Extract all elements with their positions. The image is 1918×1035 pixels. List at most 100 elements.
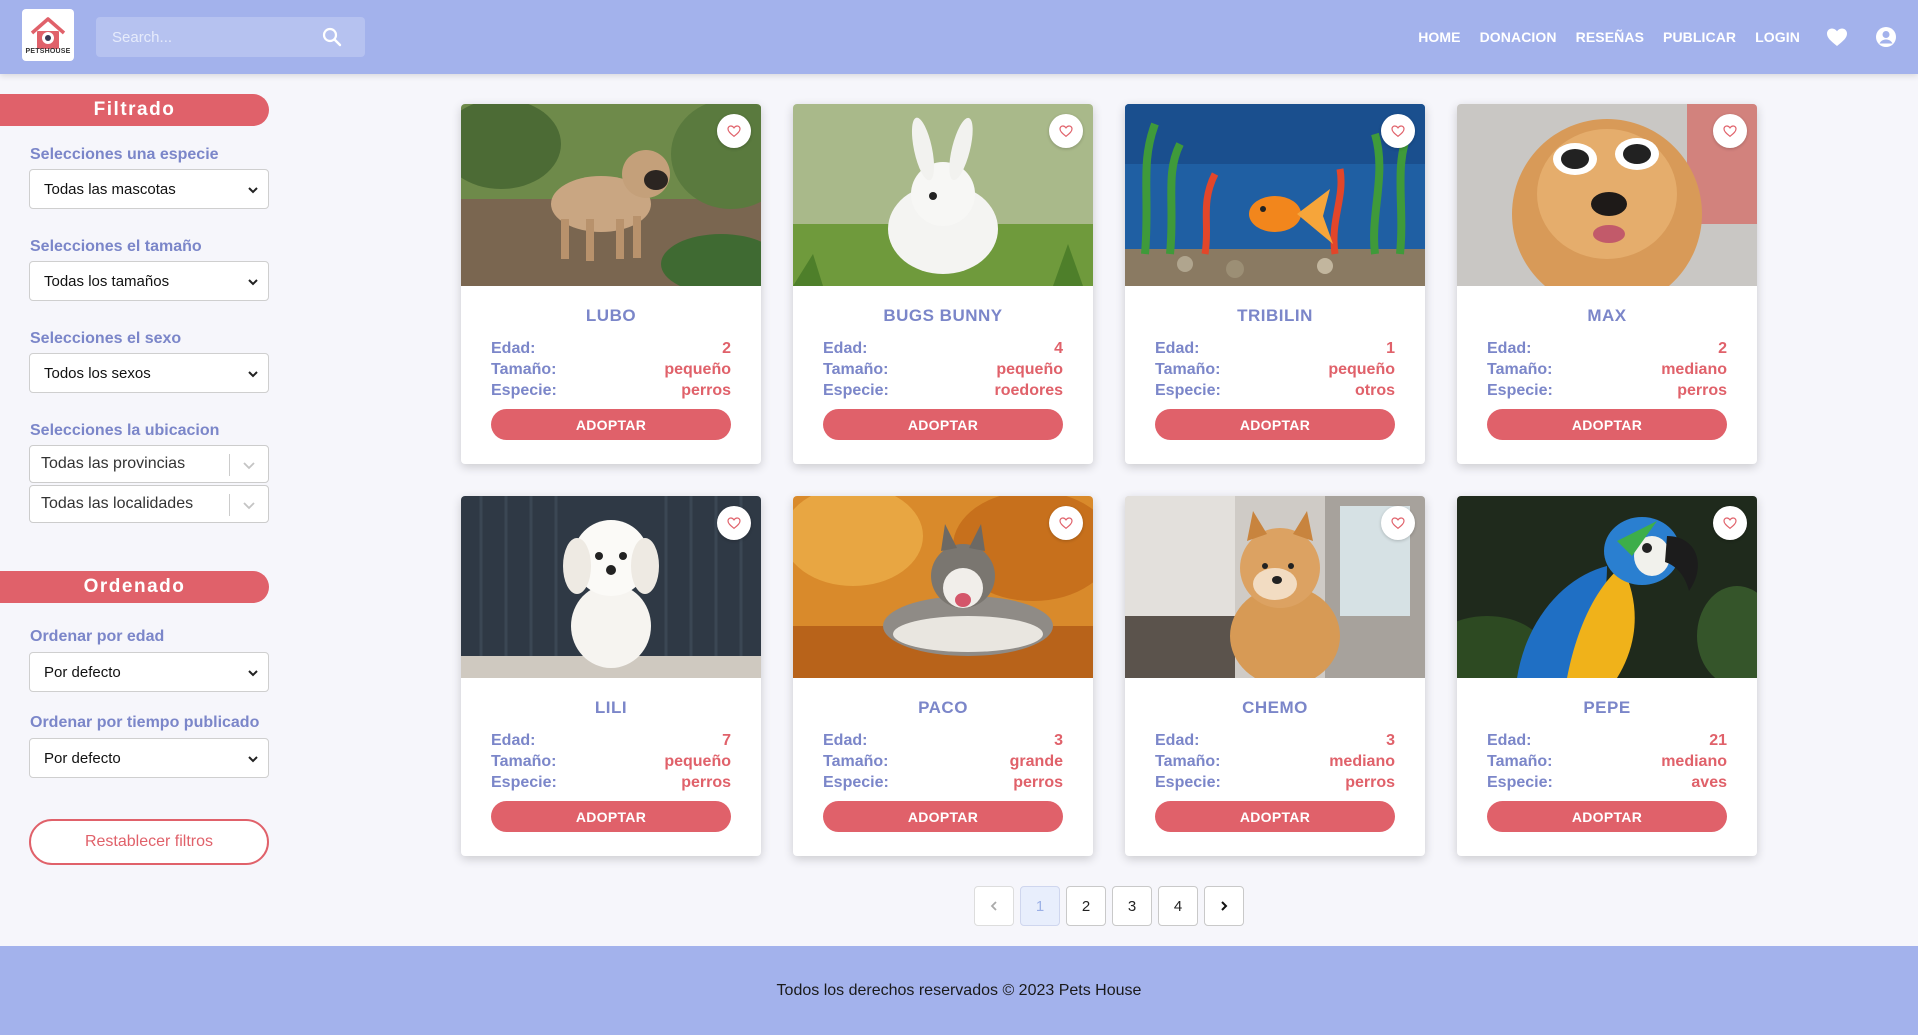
dog-sunglasses-photo-icon [1457,104,1757,286]
favorite-button[interactable] [1713,114,1747,148]
nav-publicar[interactable]: PUBLICAR [1663,29,1736,45]
user-account-icon[interactable] [1874,25,1898,49]
age-value: 2 [722,340,731,357]
species-label: Especie: [823,382,889,399]
page-button-4[interactable]: 4 [1158,886,1198,926]
pet-card: MAX Edad: 2 Tamaño: mediano Especie: perros… [1457,104,1757,464]
top-navbar: PETSHOUSE HOME DONACION RESEÑAS PUBLICAR… [0,0,1918,74]
adopt-button[interactable]: ADOPTAR [1487,801,1727,832]
chevron-down-icon [248,187,258,194]
adopt-button[interactable]: ADOPTAR [823,801,1063,832]
pet-size-row: Tamaño: grande [823,753,1063,773]
adopt-button[interactable]: ADOPTAR [823,409,1063,440]
nav-resenas[interactable]: RESEÑAS [1576,29,1644,45]
locality-select[interactable]: Todas las localidades [29,485,269,523]
pet-size-row: Tamaño: pequeño [491,361,731,381]
favorite-button[interactable] [1049,114,1083,148]
species-label: Especie: [1487,774,1553,791]
adopt-button[interactable]: ADOPTAR [1155,409,1395,440]
pet-photo-rabbit[interactable] [793,104,1093,286]
size-value: pequeño [1328,361,1395,378]
search-icon[interactable] [320,25,344,49]
heart-outline-icon [1723,125,1737,138]
adopt-button[interactable]: ADOPTAR [491,801,731,832]
species-value: aves [1691,774,1727,791]
main-nav: HOME DONACION RESEÑAS PUBLICAR LOGIN [1418,0,1898,74]
favorite-button[interactable] [1381,114,1415,148]
adopt-button[interactable]: ADOPTAR [1487,409,1727,440]
pet-card: LILI Edad: 7 Tamaño: pequeño Especie: perro… [461,496,761,856]
age-order-label: Ordenar por edad [30,628,165,645]
species-value: perros [1677,382,1727,399]
pet-age-row: Edad: 21 [1487,732,1727,752]
pet-photo-chow-chow[interactable] [1457,104,1757,286]
adopt-button[interactable]: ADOPTAR [1155,801,1395,832]
size-label: Tamaño: [1155,361,1221,378]
favorite-button[interactable] [717,506,751,540]
province-select[interactable]: Todas las provincias [29,445,269,483]
pet-name: PEPE [1583,698,1631,717]
next-page-button[interactable] [1204,886,1244,926]
nav-donacion[interactable]: DONACION [1480,29,1557,45]
size-label: Tamaño: [823,753,889,770]
favorite-button[interactable] [1713,506,1747,540]
house-logo-icon [30,16,66,49]
select-divider [229,494,230,516]
pet-photo-husky[interactable] [793,496,1093,678]
size-label: Tamaño: [491,753,557,770]
nav-login[interactable]: LOGIN [1755,29,1800,45]
pet-photo-maltese[interactable] [461,496,761,678]
search-input[interactable] [96,17,326,57]
favorite-button[interactable] [1381,506,1415,540]
pet-size-row: Tamaño: mediano [1487,753,1727,773]
heart-outline-icon [1059,517,1073,530]
size-label: Tamaño: [491,361,557,378]
favorite-button[interactable] [1049,506,1083,540]
size-select[interactable]: Todas los tamaños [29,261,269,301]
pet-species-row: Especie: perros [1155,774,1395,794]
province-select-value: Todas las provincias [41,455,186,472]
pet-photo-macaw[interactable] [1457,496,1757,678]
page-footer: Todos los derechos reservados © 2023 Pet… [0,946,1918,1035]
location-filter-label: Selecciones la ubicacion [30,422,220,439]
time-order-select[interactable]: Por defecto [29,738,269,778]
pet-size-row: Tamaño: mediano [1487,361,1727,381]
age-order-select[interactable]: Por defecto [29,652,269,692]
heart-icon[interactable] [1825,25,1849,49]
page-button-2[interactable]: 2 [1066,886,1106,926]
husky-photo-icon [793,496,1093,678]
size-label: Tamaño: [823,361,889,378]
species-label: Especie: [491,774,557,791]
pet-photo-shiba[interactable] [1125,496,1425,678]
species-label: Especie: [491,382,557,399]
species-label: Especie: [1155,774,1221,791]
sex-select[interactable]: Todos los sexos [29,353,269,393]
pet-size-row: Tamaño: pequeño [823,361,1063,381]
favorite-button[interactable] [717,114,751,148]
heart-outline-icon [727,125,741,138]
pet-photo-pug[interactable] [461,104,761,286]
nav-home[interactable]: HOME [1418,29,1460,45]
pagination: 1 2 3 4 [974,886,1250,926]
pet-photo-goldfish[interactable] [1125,104,1425,286]
pets-house-logo[interactable]: PETSHOUSE [22,9,74,61]
age-label: Edad: [491,732,536,749]
pet-card: TRIBILIN Edad: 1 Tamaño: pequeño Especie: o… [1125,104,1425,464]
select-divider [229,454,230,476]
pet-age-row: Edad: 7 [491,732,731,752]
adopt-button[interactable]: ADOPTAR [491,409,731,440]
species-select[interactable]: Todas las mascotas [29,169,269,209]
age-label: Edad: [1487,732,1532,749]
prev-page-button[interactable] [974,886,1014,926]
pet-species-row: Especie: perros [1487,382,1727,402]
size-value: pequeño [664,753,731,770]
pet-card: PEPE Edad: 21 Tamaño: mediano Especie: aves… [1457,496,1757,856]
page-button-1[interactable]: 1 [1020,886,1060,926]
page-button-3[interactable]: 3 [1112,886,1152,926]
pet-card: CHEMO Edad: 3 Tamaño: mediano Especie: perr… [1125,496,1425,856]
species-value: perros [681,382,731,399]
age-label: Edad: [1155,340,1200,357]
age-label: Edad: [1487,340,1532,357]
reset-filters-button[interactable]: Restablecer filtros [29,819,269,865]
rabbit-photo-icon [793,104,1093,286]
